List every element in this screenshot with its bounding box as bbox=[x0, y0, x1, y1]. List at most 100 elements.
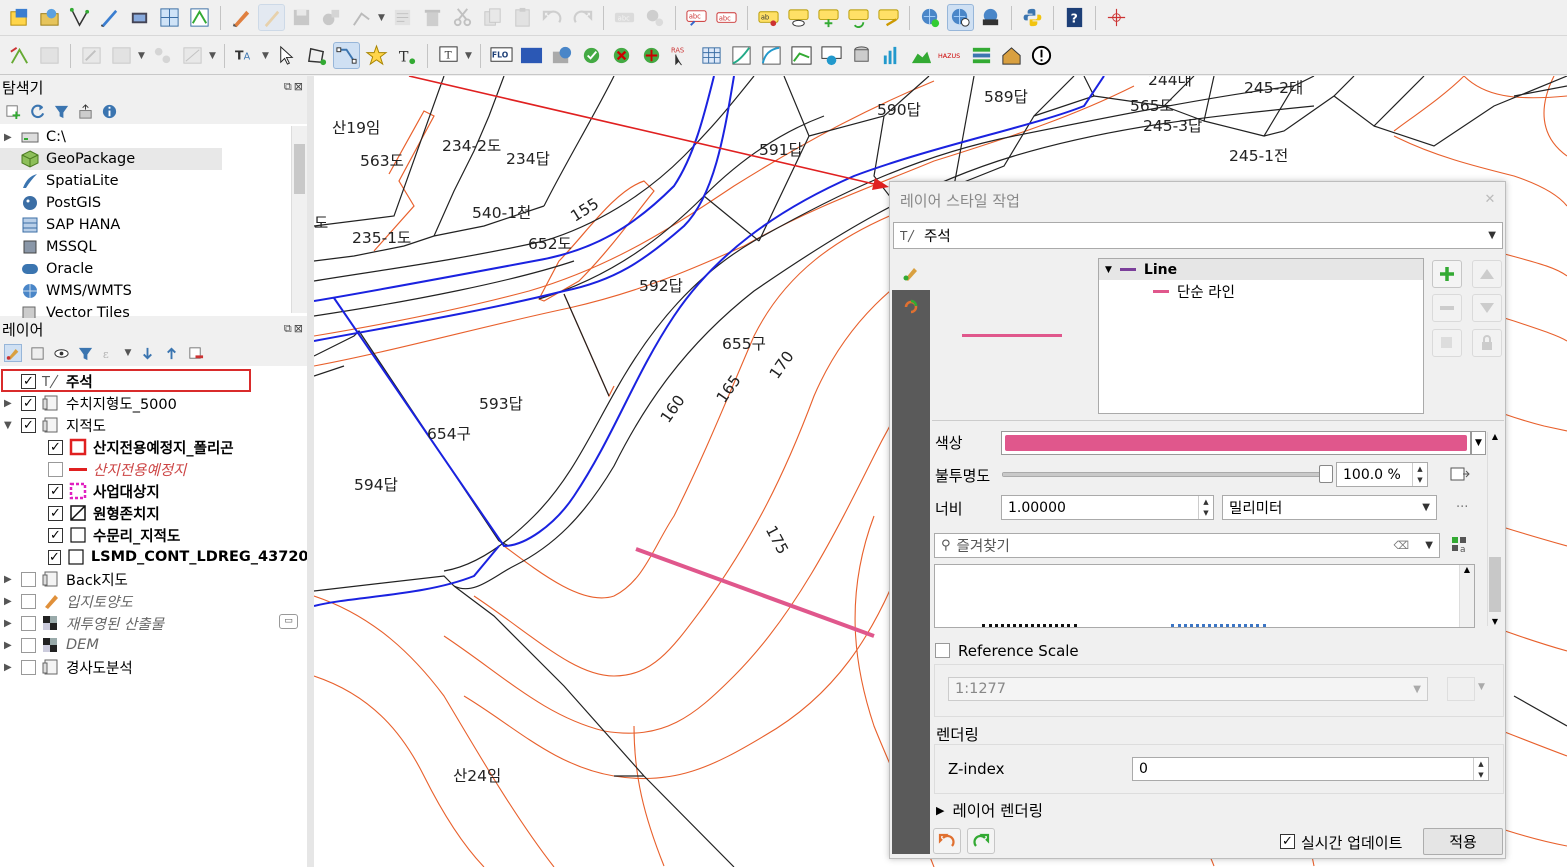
style-manager-icon[interactable]: a bbox=[1450, 535, 1472, 557]
browser-item[interactable]: SAP HANA bbox=[0, 214, 290, 236]
layer-item[interactable]: ▶ 입지토양도 bbox=[0, 590, 307, 612]
filter-icon[interactable] bbox=[52, 102, 70, 120]
curve-grid-2-icon[interactable] bbox=[758, 42, 785, 69]
browser-item[interactable]: Oracle bbox=[0, 258, 290, 280]
edit-geometry-icon[interactable] bbox=[78, 42, 105, 69]
expand-arrow-icon[interactable]: ▶ bbox=[4, 618, 16, 629]
spin-arrows-icon[interactable]: ▲ ▼ bbox=[1412, 463, 1427, 486]
undo-icon[interactable] bbox=[539, 4, 566, 31]
profile-icon[interactable] bbox=[908, 42, 935, 69]
grid-table-icon[interactable] bbox=[698, 42, 725, 69]
grid-icon[interactable] bbox=[156, 4, 183, 31]
width-spinbox[interactable]: 1.00000 ▲ ▼ bbox=[1001, 495, 1214, 520]
vertex-tool-icon[interactable] bbox=[186, 4, 213, 31]
cut-icon[interactable] bbox=[449, 4, 476, 31]
layer-item[interactable]: ✓ LSMD_CONT_LDREG_43720 bbox=[0, 546, 309, 568]
layer-visibility-checkbox[interactable]: ✓ bbox=[48, 549, 61, 565]
expand-arrow-icon[interactable]: ▶ bbox=[4, 640, 16, 651]
ras-icon[interactable]: RAS bbox=[668, 42, 695, 69]
plugin-globe-check-icon[interactable] bbox=[578, 42, 605, 69]
layer-item[interactable]: ▶ ✓ 수치지형도_5000 bbox=[0, 392, 307, 414]
snap-icon[interactable] bbox=[149, 42, 176, 69]
color-dropdown-arrow-icon[interactable]: ▼ bbox=[1471, 431, 1486, 455]
symbology-tab-brush-icon[interactable] bbox=[892, 256, 930, 290]
measure-icon[interactable] bbox=[179, 42, 206, 69]
select-pointer-icon[interactable] bbox=[273, 42, 300, 69]
panel-float-close-icon[interactable]: ⧉⊠ bbox=[284, 80, 305, 94]
browser-item[interactable]: ▶ C:\ bbox=[0, 126, 290, 148]
bar-chart-icon[interactable] bbox=[878, 42, 905, 69]
live-update-checkbox[interactable]: ✓ bbox=[1280, 834, 1295, 849]
layer-visibility-checkbox[interactable]: ✓ bbox=[48, 439, 63, 455]
new-layer-icon[interactable] bbox=[96, 4, 123, 31]
layer-visibility-checkbox[interactable]: ✓ bbox=[48, 505, 63, 521]
raster-edit-icon[interactable] bbox=[108, 42, 135, 69]
layer-item[interactable]: ✓ 수문리_지적도 bbox=[0, 524, 307, 546]
move-down-button[interactable] bbox=[1472, 294, 1502, 322]
symbol-tree-child[interactable]: 단순 라인 bbox=[1099, 280, 1423, 302]
expand-arrow-icon[interactable]: ▶ bbox=[4, 132, 14, 143]
gps-icon[interactable] bbox=[126, 4, 153, 31]
digitize-icon[interactable] bbox=[348, 4, 375, 31]
label-show-icon[interactable] bbox=[785, 4, 812, 31]
scroll-down-icon[interactable]: ▼ bbox=[1488, 617, 1502, 626]
add-selected-icon[interactable] bbox=[4, 102, 22, 120]
flo-gear-icon[interactable] bbox=[818, 42, 845, 69]
layer-visibility-checkbox[interactable]: ✓ bbox=[48, 483, 63, 499]
layer-visibility-checkbox[interactable] bbox=[21, 593, 36, 609]
reference-scale-select[interactable]: 1:1277 ▼ bbox=[948, 677, 1428, 701]
undo-style-button[interactable] bbox=[933, 828, 961, 854]
layer-visibility-checkbox[interactable]: ✓ bbox=[21, 417, 36, 433]
copy-icon[interactable] bbox=[479, 4, 506, 31]
layer-visibility-checkbox[interactable] bbox=[48, 461, 63, 477]
apply-button[interactable]: 적용 bbox=[1423, 828, 1503, 855]
edit-pencil-icon[interactable] bbox=[228, 4, 255, 31]
scroll-up-icon[interactable]: ▲ bbox=[1488, 432, 1502, 441]
redo-icon[interactable] bbox=[569, 4, 596, 31]
collapse-layers-icon[interactable] bbox=[162, 344, 180, 362]
add-record-icon[interactable] bbox=[318, 4, 345, 31]
dialog-close-icon[interactable]: ✕ bbox=[1478, 188, 1502, 212]
color-picker-button[interactable] bbox=[1001, 431, 1471, 455]
layer-item[interactable]: ✓ 원형존치지 bbox=[0, 502, 307, 524]
layer-visibility-checkbox[interactable] bbox=[21, 571, 36, 587]
layer-item[interactable]: ✓ 사업대상지 bbox=[0, 480, 307, 502]
label-pin-icon[interactable] bbox=[641, 4, 668, 31]
layer-item[interactable]: ▼ ✓ 지적도 bbox=[0, 414, 307, 436]
flo-2d-icon[interactable] bbox=[518, 42, 545, 69]
scale-menu-chevron-icon[interactable]: ▼ bbox=[1478, 682, 1485, 692]
expand-arrow-icon[interactable]: ▶ bbox=[4, 662, 16, 673]
more-options-icon[interactable]: ··· bbox=[1456, 500, 1468, 515]
label-yellow-icon[interactable]: ab bbox=[755, 4, 782, 31]
polygon-annotation-icon[interactable] bbox=[303, 42, 330, 69]
reference-scale-checkbox[interactable] bbox=[935, 643, 950, 658]
plugin-globe-arrow-icon[interactable] bbox=[638, 42, 665, 69]
pick-scale-icon[interactable] bbox=[1447, 677, 1475, 701]
annotation-text-icon[interactable]: TA bbox=[232, 42, 259, 69]
layer-item[interactable]: ▶ Back지도 bbox=[0, 568, 307, 590]
crosshair-icon[interactable] bbox=[1103, 4, 1130, 31]
flo-icon[interactable]: FLO bbox=[488, 42, 515, 69]
properties-scrollbar[interactable]: ▲ ▼ bbox=[1487, 432, 1502, 626]
opacity-slider-track[interactable] bbox=[1002, 472, 1328, 477]
redo-style-button[interactable] bbox=[967, 828, 995, 854]
layer-select-combo[interactable]: T 주석 ▼ bbox=[893, 222, 1503, 249]
new-project-icon[interactable] bbox=[6, 4, 33, 31]
warning-icon[interactable] bbox=[1028, 42, 1055, 69]
browser-item[interactable]: MSSQL bbox=[0, 236, 290, 258]
plugin-globe-x-icon[interactable] bbox=[608, 42, 635, 69]
layer-style-brush-icon[interactable] bbox=[4, 344, 22, 362]
attribute-table-icon[interactable] bbox=[36, 42, 63, 69]
line-annotation-icon[interactable] bbox=[333, 42, 360, 69]
layer-visibility-checkbox[interactable] bbox=[21, 637, 36, 653]
dotted-black-line-symbol[interactable] bbox=[982, 624, 1077, 627]
layer-visibility-checkbox[interactable] bbox=[21, 659, 36, 675]
browser-item[interactable]: WMS/WMTS bbox=[0, 280, 290, 302]
label-abc-red-icon[interactable]: abc bbox=[683, 4, 710, 31]
text-annotation-icon[interactable]: T bbox=[393, 42, 420, 69]
layer-item[interactable]: ✓ 산지전용예정지_폴리곤 bbox=[0, 436, 307, 458]
embedded-widget-icon[interactable]: ▭ bbox=[279, 614, 298, 629]
label-change-icon[interactable] bbox=[875, 4, 902, 31]
opacity-slider-handle[interactable] bbox=[1319, 465, 1333, 483]
move-up-button[interactable] bbox=[1472, 260, 1502, 288]
